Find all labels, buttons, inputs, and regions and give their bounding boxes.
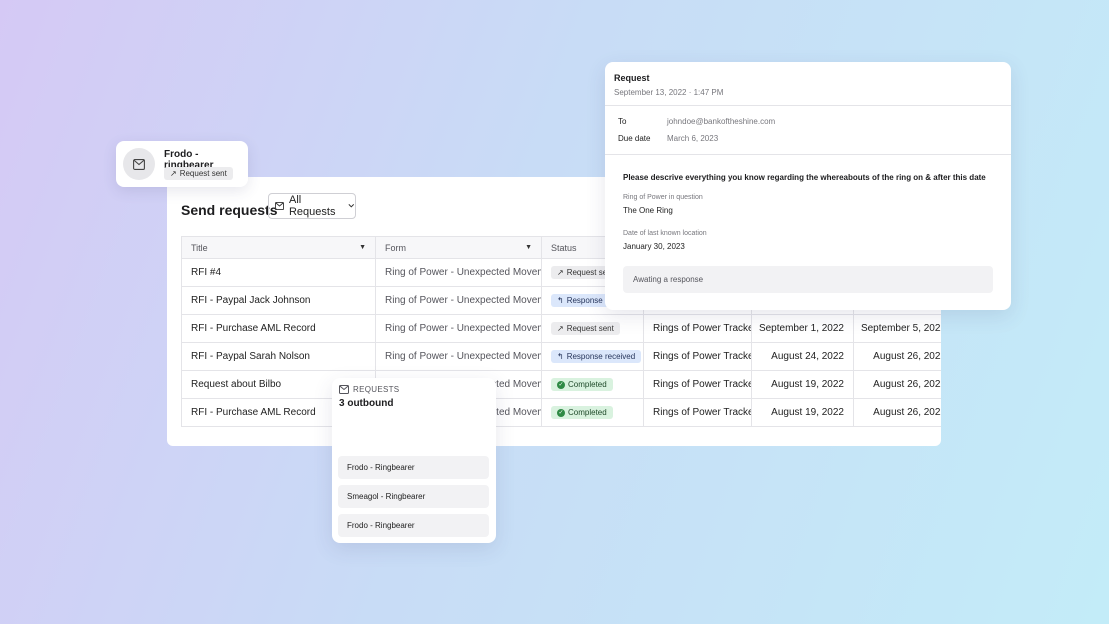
cell-title: RFI #4 xyxy=(181,259,375,286)
cell-form: Ring of Power - Unexpected Movement xyxy=(375,315,541,342)
field-label: Ring of Power in question xyxy=(623,194,703,201)
to-value: johndoe@bankoftheshine.com xyxy=(667,117,776,126)
cell-title: RFI - Paypal Sarah Nolson xyxy=(181,343,375,370)
to-label: To xyxy=(618,117,627,126)
cell-form: Ring of Power - Unexpected Movement xyxy=(375,343,541,370)
outbound-list: Frodo - Ringbearer Smeagol - Ringbearer … xyxy=(338,456,489,543)
divider xyxy=(605,105,1011,106)
cell-date: August 26, 2022 xyxy=(853,371,941,398)
request-question: Please descrive everything you know rega… xyxy=(623,173,986,182)
table-row[interactable]: RFI - Purchase AML Record Ring of Power … xyxy=(181,399,941,427)
outbound-requests-popup: REQUESTS 3 outbound Frodo - Ringbearer S… xyxy=(332,378,496,543)
cell-status: ✓ Completed xyxy=(541,399,643,426)
mail-icon xyxy=(275,201,284,211)
reply-arrow-icon: ↰ xyxy=(557,296,564,305)
cell-tracker: Rings of Power Tracker xyxy=(643,399,751,426)
cell-date: August 26, 2022 xyxy=(853,399,941,426)
chevron-down-icon xyxy=(348,204,355,208)
filter-label: All Requests xyxy=(288,194,336,218)
notification-card[interactable]: Frodo - ringbearer ↗ Request sent xyxy=(116,141,248,187)
table-row[interactable]: RFI - Paypal Sarah Nolson Ring of Power … xyxy=(181,343,941,371)
cell-status: ✓ Completed xyxy=(541,371,643,398)
check-circle-icon: ✓ xyxy=(557,380,565,389)
cell-tracker: Rings of Power Tracker xyxy=(643,371,751,398)
cell-title: RFI - Purchase AML Record xyxy=(181,315,375,342)
status-badge: ↗ Request sent xyxy=(551,322,620,335)
reply-arrow-icon: ↰ xyxy=(557,352,564,361)
cell-tracker: Rings of Power Tracker xyxy=(643,315,751,342)
due-date-label: Due date xyxy=(618,134,651,143)
field-value: The One Ring xyxy=(623,206,673,215)
status-badge: ✓ Completed xyxy=(551,406,613,419)
cell-form: Ring of Power - Unexpected Movement xyxy=(375,287,541,314)
cell-date: August 19, 2022 xyxy=(751,371,853,398)
cell-tracker: Rings of Power Tracker xyxy=(643,343,751,370)
field-value: January 30, 2023 xyxy=(623,242,685,251)
requests-heading: REQUESTS xyxy=(339,385,399,394)
field-label: Date of last known location xyxy=(623,230,707,237)
column-header-form[interactable]: Form ▼ xyxy=(375,237,541,258)
avatar xyxy=(123,148,155,180)
list-item[interactable]: Smeagol - Ringbearer xyxy=(338,485,489,508)
all-requests-dropdown[interactable]: All Requests xyxy=(268,193,356,219)
cell-date: August 24, 2022 xyxy=(751,343,853,370)
cell-form: Ring of Power - Unexpected Movement xyxy=(375,259,541,286)
list-item[interactable]: Frodo - Ringbearer xyxy=(338,514,489,537)
table-row[interactable]: RFI - Purchase AML Record Ring of Power … xyxy=(181,315,941,343)
cell-title: RFI - Paypal Jack Johnson xyxy=(181,287,375,314)
sort-caret-icon: ▼ xyxy=(359,244,366,251)
arrow-up-right-icon: ↗ xyxy=(557,268,564,277)
cell-date: August 19, 2022 xyxy=(751,399,853,426)
arrow-up-right-icon: ↗ xyxy=(170,169,177,178)
status-badge: ↰ Response received xyxy=(551,350,642,363)
divider xyxy=(605,154,1011,155)
status-badge: ↗ Request sent xyxy=(164,167,233,180)
cell-date: September 5, 2022 xyxy=(853,315,941,342)
request-title: Request xyxy=(614,73,650,83)
request-date: September 13, 2022 · 1:47 PM xyxy=(614,88,724,97)
request-detail-card: Request September 13, 2022 · 1:47 PM To … xyxy=(605,62,1011,310)
check-circle-icon: ✓ xyxy=(557,408,565,417)
arrow-up-right-icon: ↗ xyxy=(557,324,564,333)
table-row[interactable]: Request about Bilbo Ring of Power - Unex… xyxy=(181,371,941,399)
sort-caret-icon: ▼ xyxy=(525,244,532,251)
outbound-count: 3 outbound xyxy=(339,398,394,409)
due-date-value: March 6, 2023 xyxy=(667,134,719,143)
list-item[interactable]: Frodo - Ringbearer xyxy=(338,456,489,479)
mail-icon xyxy=(133,158,145,170)
column-header-title[interactable]: Title ▼ xyxy=(181,237,375,258)
page-title: Send requests xyxy=(181,202,278,218)
cell-date: September 1, 2022 xyxy=(751,315,853,342)
awaiting-response-box: Awating a response xyxy=(623,266,993,293)
cell-date: August 26, 2022 xyxy=(853,343,941,370)
cell-status: ↗ Request sent xyxy=(541,315,643,342)
cell-status: ↰ Response received xyxy=(541,343,643,370)
mail-icon xyxy=(339,385,349,394)
status-badge: ✓ Completed xyxy=(551,378,613,391)
